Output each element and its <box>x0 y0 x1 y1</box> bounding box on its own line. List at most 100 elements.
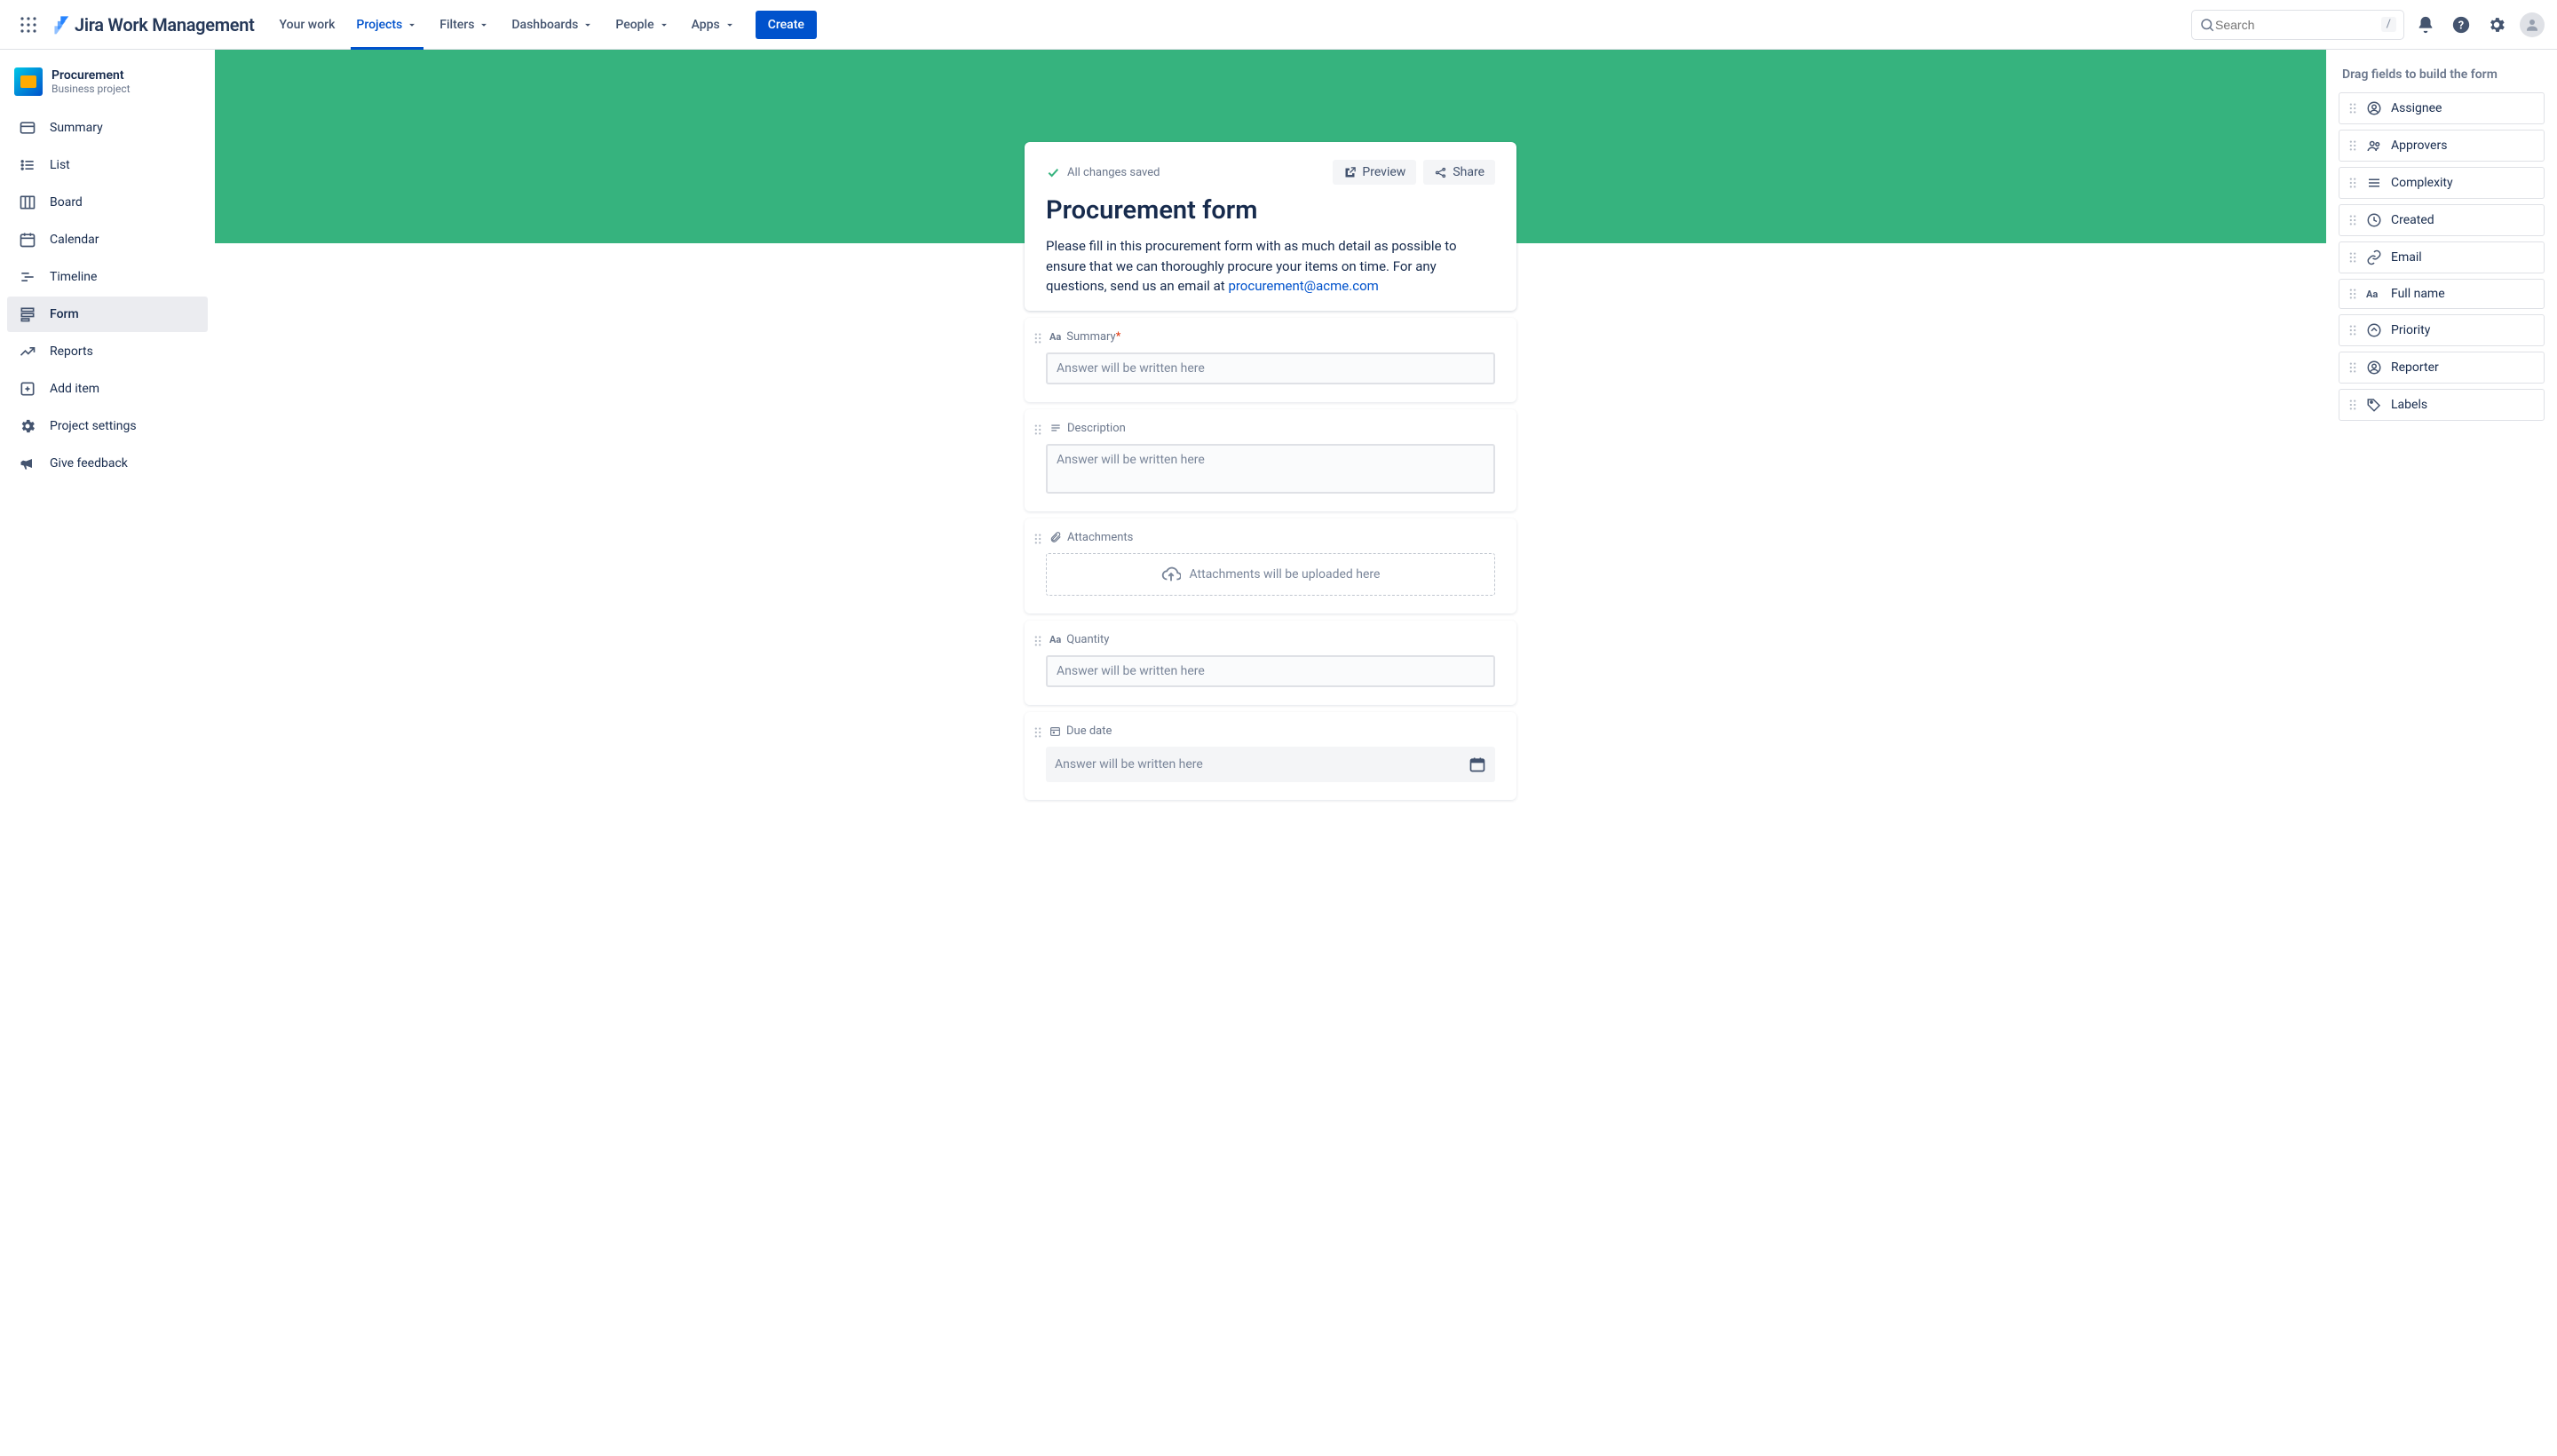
preview-button[interactable]: Preview <box>1333 160 1416 185</box>
field-type-icon <box>1049 531 1062 543</box>
sidebar-item-feedback[interactable]: Give feedback <box>7 446 208 481</box>
form-field-summary[interactable]: Aa Summary* Answer will be written here <box>1025 318 1516 402</box>
profile-avatar[interactable] <box>2518 11 2546 39</box>
search-input[interactable]: / <box>2191 10 2404 40</box>
drag-handle-icon <box>2348 251 2357 264</box>
palette-item-approvers[interactable]: Approvers <box>2339 130 2545 162</box>
field-input-duedate[interactable]: Answer will be written here <box>1046 747 1495 782</box>
sidebar-item-board[interactable]: Board <box>7 185 208 220</box>
drag-handle-icon[interactable] <box>1033 726 1042 739</box>
palette-item-label: Email <box>2391 250 2422 265</box>
form-field-duedate[interactable]: Due date Answer will be written here <box>1025 712 1516 800</box>
form-icon <box>18 305 37 324</box>
field-label: Aa Quantity <box>1049 633 1495 646</box>
sidebar-item-list[interactable]: List <box>7 147 208 183</box>
palette-item-email[interactable]: Email <box>2339 241 2545 273</box>
palette-item-label: Labels <box>2391 398 2427 412</box>
drag-handle-icon[interactable] <box>1033 332 1042 344</box>
attach-dropzone[interactable]: Attachments will be uploaded here <box>1046 553 1495 596</box>
form-header-card: All changes saved Preview Share Procurem <box>1025 142 1516 311</box>
drag-handle-icon <box>2348 177 2357 189</box>
people-icon <box>2366 138 2382 154</box>
sidebar-item-reports[interactable]: Reports <box>7 334 208 369</box>
drag-handle-icon[interactable] <box>1033 635 1042 647</box>
sidebar-item-summary[interactable]: Summary <box>7 110 208 146</box>
person-icon <box>2366 360 2382 376</box>
palette-item-label: Full name <box>2391 287 2445 301</box>
sidebar-item-settings[interactable]: Project settings <box>7 408 208 444</box>
nav-dashboards[interactable]: Dashboards <box>503 0 603 50</box>
palette-title: Drag fields to build the form <box>2339 67 2545 82</box>
project-name: Procurement <box>51 68 131 83</box>
chevron-down-icon <box>406 19 418 31</box>
product-logo[interactable]: Jira Work Management <box>51 14 255 36</box>
field-input-description[interactable]: Answer will be written here <box>1046 444 1495 494</box>
palette-item-label: Complexity <box>2391 176 2453 190</box>
drag-handle-icon <box>2348 399 2357 411</box>
field-input-summary[interactable]: Answer will be written here <box>1046 352 1495 384</box>
form-email-link[interactable]: procurement@acme.com <box>1228 278 1378 294</box>
link-icon <box>2366 249 2382 265</box>
drag-handle-icon <box>2348 139 2357 152</box>
chevron-down-icon <box>478 19 490 31</box>
app-switcher-icon[interactable] <box>18 14 39 36</box>
field-type-icon: Aa <box>1049 330 1061 344</box>
form-field-quantity[interactable]: Aa Quantity Answer will be written here <box>1025 621 1516 705</box>
tag-icon <box>2366 397 2382 413</box>
palette-item-label: Approvers <box>2391 138 2447 153</box>
nav-filters[interactable]: Filters <box>431 0 499 50</box>
nav-apps[interactable]: Apps <box>683 0 745 50</box>
drag-handle-icon <box>2348 214 2357 226</box>
form-field-attachments[interactable]: Attachments Attachments will be uploaded… <box>1025 518 1516 613</box>
palette-item-label: Priority <box>2391 323 2430 337</box>
settings-icon[interactable] <box>2482 11 2511 39</box>
sidebar-item-timeline[interactable]: Timeline <box>7 259 208 295</box>
palette-item-created[interactable]: Created <box>2339 204 2545 236</box>
Aa-icon: Aa <box>2366 289 2382 300</box>
form-field-description[interactable]: Description Answer will be written here <box>1025 409 1516 511</box>
search-keyhint: / <box>2381 17 2396 32</box>
project-subtitle: Business project <box>51 83 131 95</box>
chevron-down-icon <box>582 19 594 31</box>
sidebar-item-label: Reports <box>50 344 93 359</box>
sidebar-item-label: List <box>50 158 70 172</box>
palette-item-label: Reporter <box>2391 360 2439 375</box>
palette-item-complexity[interactable]: Complexity <box>2339 167 2545 199</box>
field-label: Attachments <box>1049 531 1495 544</box>
create-button[interactable]: Create <box>756 11 817 39</box>
field-type-icon: Aa <box>1049 633 1061 646</box>
nav-people[interactable]: People <box>606 0 678 50</box>
sidebar-item-form[interactable]: Form <box>7 297 208 332</box>
calendar-icon <box>18 230 37 249</box>
drag-handle-icon[interactable] <box>1033 533 1042 545</box>
sidebar-item-label: Form <box>50 307 79 321</box>
palette-item-reporter[interactable]: Reporter <box>2339 352 2545 384</box>
project-header[interactable]: Procurement Business project <box>7 64 208 110</box>
help-icon[interactable]: ? <box>2447 11 2475 39</box>
palette-item-labels[interactable]: Labels <box>2339 389 2545 421</box>
drag-handle-icon[interactable] <box>1033 423 1042 436</box>
clock-icon <box>2366 212 2382 228</box>
nav-projects[interactable]: Projects <box>347 0 427 50</box>
sidebar-item-additem[interactable]: Add item <box>7 371 208 407</box>
drag-handle-icon <box>2348 102 2357 115</box>
sidebar-item-calendar[interactable]: Calendar <box>7 222 208 257</box>
search-field[interactable] <box>2215 18 2381 32</box>
palette-item-fullname[interactable]: Aa Full name <box>2339 279 2545 309</box>
sidebar-item-label: Calendar <box>50 233 99 247</box>
field-input-quantity[interactable]: Answer will be written here <box>1046 655 1495 687</box>
add-icon <box>18 379 37 399</box>
sidebar-item-label: Summary <box>50 121 103 135</box>
upload-icon <box>1161 565 1181 584</box>
palette-item-assignee[interactable]: Assignee <box>2339 92 2545 124</box>
chevron-down-icon <box>724 19 736 31</box>
save-status: All changes saved <box>1046 165 1160 179</box>
nav-your-work[interactable]: Your work <box>271 0 344 50</box>
field-label: Due date <box>1049 724 1495 738</box>
notifications-icon[interactable] <box>2411 11 2440 39</box>
palette-item-priority[interactable]: Priority <box>2339 314 2545 346</box>
share-button[interactable]: Share <box>1423 160 1495 185</box>
form-description[interactable]: Please fill in this procurement form wit… <box>1046 236 1495 297</box>
field-type-icon <box>1049 725 1061 737</box>
form-title[interactable]: Procurement form <box>1046 195 1495 226</box>
